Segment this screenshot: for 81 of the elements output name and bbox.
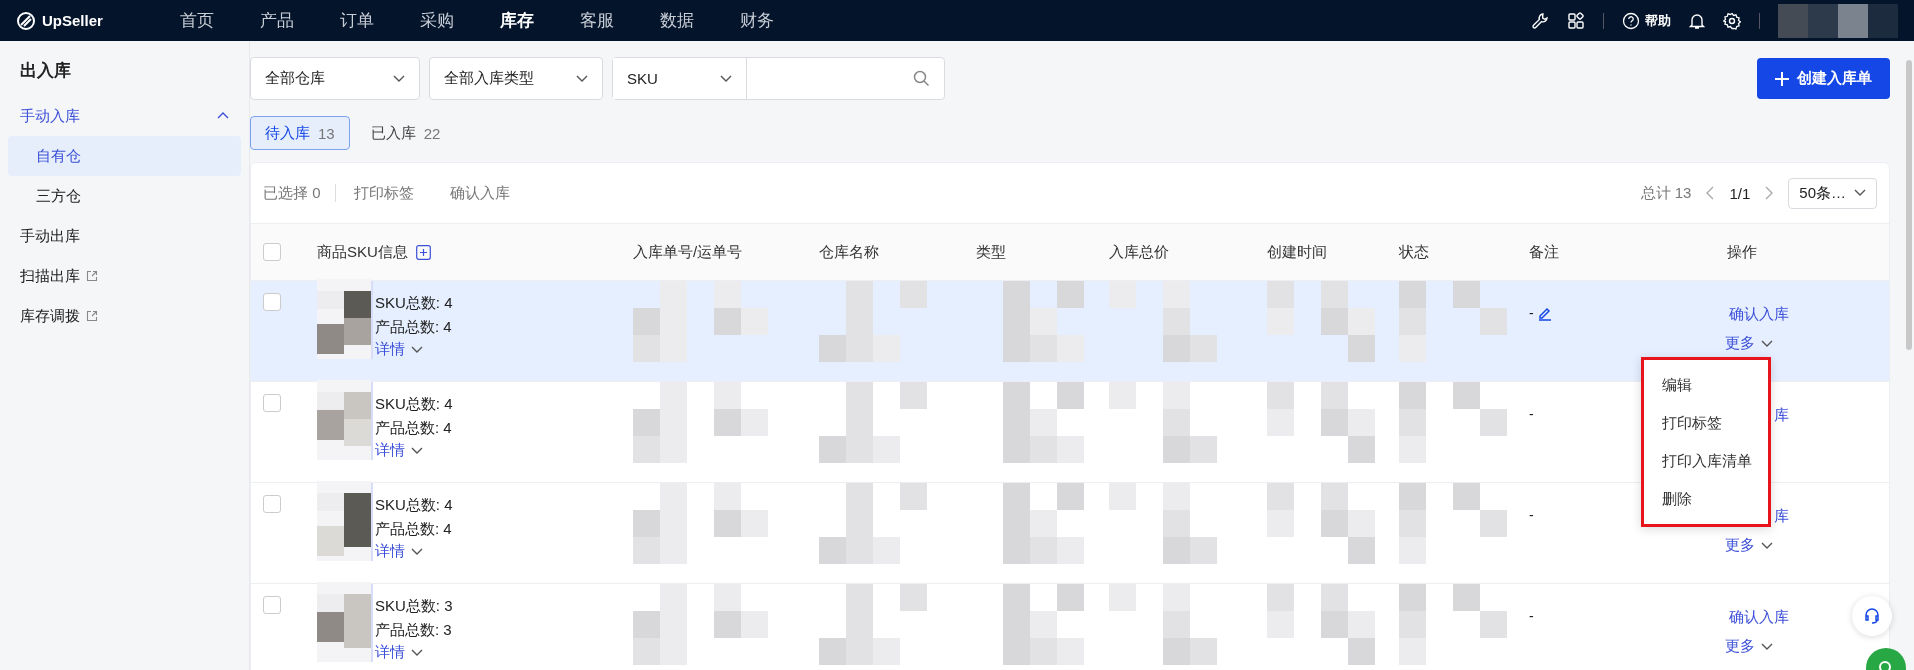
status-tab[interactable]: 待入库 13 [250,116,350,150]
column-header: 创建时间 [1267,242,1327,262]
more-link[interactable]: 更多 [1725,536,1773,555]
filter-select[interactable]: 全部仓库 [250,57,420,100]
column-header: 入库单号/运单号 [633,242,743,262]
nav-tab[interactable]: 数据 [637,9,717,32]
search-icon[interactable] [913,70,930,87]
column-header: 入库总价 [1109,242,1169,262]
sku-search-field[interactable]: SKU [612,57,945,100]
column-header: 仓库名称 [819,242,879,262]
column-header: 备注 [1529,242,1559,262]
next-page-icon[interactable] [1764,186,1775,200]
confirm-link[interactable]: 确认入库 [1725,305,1789,324]
sidebar-item[interactable]: 扫描出库 [8,256,241,296]
toolbar-action[interactable]: 确认入库 [431,183,528,203]
external-link-icon [86,270,98,282]
bell-icon[interactable] [1689,11,1705,30]
nav-tab[interactable]: 客服 [557,9,637,32]
more-link[interactable]: 更多 [1725,334,1773,353]
create-button[interactable]: 创建入库单 [1757,58,1890,99]
menu-item[interactable]: 编辑 [1644,366,1768,404]
plus-icon [1775,71,1789,86]
add-icon[interactable] [415,244,431,260]
remark-text: - [1529,305,1534,321]
product-count: 产品总数: 4 [375,317,453,337]
sidebar-item[interactable]: 手动入库 [8,96,241,136]
remark-text: - [1529,507,1534,523]
product-count: 产品总数: 3 [375,620,453,640]
sku-count: SKU总数: 4 [375,293,453,313]
column-header: 状态 [1399,242,1429,262]
prev-page-icon[interactable] [1705,186,1716,200]
toolbar-action[interactable]: 打印标签 [335,183,432,203]
help-link[interactable]: 帮助 [1622,11,1671,30]
page-size-select[interactable]: 50条… [1788,177,1877,209]
nav-tab[interactable]: 订单 [317,9,397,32]
details-link[interactable]: 详情 [375,441,453,460]
total-count: 总计 13 [1640,183,1692,203]
page-indicator: 1/1 [1729,184,1751,202]
filter-select[interactable]: 全部入库类型 [429,57,603,100]
sku-count: SKU总数: 3 [375,596,453,616]
nav-tab[interactable]: 首页 [157,9,237,32]
logo-icon [16,10,36,31]
headset-icon [1862,606,1882,626]
checkbox[interactable] [263,243,281,261]
sidebar-item[interactable]: 三方仓 [8,176,241,216]
confirm-link[interactable]: 确认入库 [1725,608,1789,627]
checkbox[interactable] [263,394,281,412]
checkbox[interactable] [263,495,281,513]
sku-count: SKU总数: 4 [375,394,453,414]
external-link-icon [86,310,98,322]
column-header: 类型 [976,242,1006,262]
details-link[interactable]: 详情 [375,340,453,359]
edit-icon[interactable] [1536,305,1553,321]
checkbox[interactable] [263,293,281,311]
sidebar-item[interactable]: 自有仓 [8,136,241,176]
column-header: 商品SKU信息 [317,242,408,262]
status-tab[interactable]: 已入库 22 [355,116,456,150]
help-icon [1622,11,1640,30]
brand-name: UpSeller [42,12,103,29]
column-header: 操作 [1727,242,1757,262]
sidebar-item[interactable]: 手动出库 [8,216,241,256]
menu-item[interactable]: 打印入库清单 [1644,442,1768,480]
remark-text: - [1529,608,1534,624]
apps-icon[interactable] [1567,11,1585,30]
details-link[interactable]: 详情 [375,542,453,561]
sidebar-item[interactable]: 库存调拨 [8,296,241,336]
product-count: 产品总数: 4 [375,418,453,438]
nav-tab[interactable]: 财务 [717,9,797,32]
sku-count: SKU总数: 4 [375,495,453,515]
product-count: 产品总数: 4 [375,519,453,539]
checkbox[interactable] [263,596,281,614]
sidebar-title: 出入库 [19,60,72,82]
nav-tab[interactable]: 产品 [237,9,317,32]
details-link[interactable]: 详情 [375,643,453,662]
wrench-icon[interactable] [1531,11,1549,30]
remark-text: - [1529,406,1534,422]
nav-tab[interactable]: 采购 [397,9,477,32]
selected-count: 已选择 0 [263,183,321,203]
nav-tab[interactable]: 库存 [477,9,557,32]
more-link[interactable]: 更多 [1725,637,1773,656]
settings-icon[interactable] [1723,11,1741,30]
